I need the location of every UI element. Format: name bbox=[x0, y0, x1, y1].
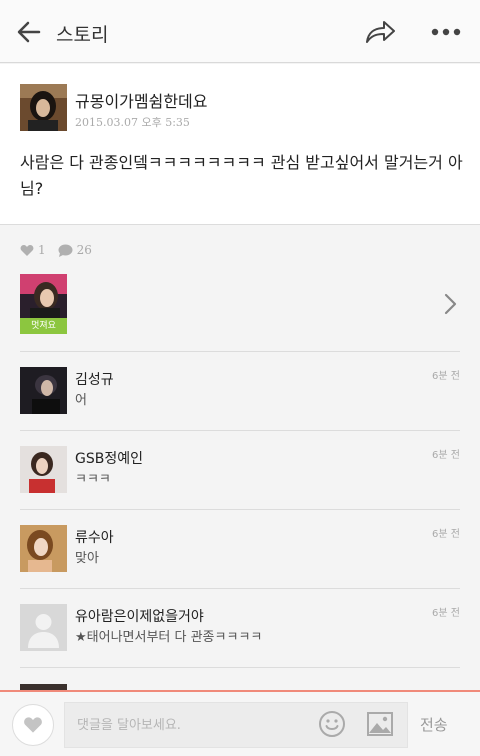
author-avatar[interactable] bbox=[20, 84, 67, 131]
comment-input[interactable] bbox=[64, 702, 408, 748]
comment-text: ㅋㅋㅋ bbox=[75, 472, 111, 487]
heart-icon bbox=[20, 244, 34, 256]
comment-item: 유아람은이제없을거야 ★태어나면서부터 다 관종ㅋㅋㅋㅋ 6분 전 bbox=[20, 604, 460, 684]
emoji-icon[interactable] bbox=[318, 710, 346, 738]
default-avatar-icon[interactable] bbox=[20, 604, 67, 651]
comment-text: 어 bbox=[75, 393, 87, 408]
back-arrow-icon bbox=[17, 21, 41, 43]
speech-bubble-icon bbox=[58, 244, 73, 257]
share-button[interactable] bbox=[362, 16, 398, 48]
commenter-name[interactable]: 류수아 bbox=[75, 527, 114, 547]
comment-count[interactable]: 26 bbox=[58, 243, 92, 257]
divider bbox=[20, 588, 460, 589]
like-count[interactable]: 1 bbox=[20, 243, 46, 257]
divider bbox=[20, 667, 460, 668]
send-button[interactable]: 전송 bbox=[420, 714, 448, 735]
commenter-avatar[interactable] bbox=[20, 525, 67, 572]
liker-reaction-badge: 멋져요 bbox=[20, 318, 67, 334]
post-author-name[interactable]: 규몽이가멤쉼한데요 bbox=[75, 88, 207, 112]
image-icon[interactable] bbox=[366, 710, 394, 738]
more-options-button[interactable] bbox=[428, 20, 464, 44]
comment-composer: 전송 bbox=[0, 690, 480, 756]
heart-icon bbox=[24, 717, 42, 733]
comment-timestamp: 6분 전 bbox=[432, 608, 460, 619]
comment-timestamp: 6분 전 bbox=[432, 371, 460, 382]
post-stats: 1 26 bbox=[20, 240, 98, 260]
more-dots-icon bbox=[431, 28, 461, 36]
like-button[interactable] bbox=[12, 704, 54, 746]
chevron-right-icon[interactable] bbox=[440, 292, 460, 316]
comment-text: ★태어나면서부터 다 관종ㅋㅋㅋㅋ bbox=[75, 630, 263, 645]
top-bar: 스토리 bbox=[0, 0, 480, 63]
comment-timestamp: 6분 전 bbox=[432, 529, 460, 540]
commenter-avatar[interactable] bbox=[20, 367, 67, 414]
comment-count-value: 26 bbox=[76, 243, 92, 257]
post-timestamp: 2015.03.07 오후 5:35 bbox=[75, 116, 190, 129]
commenter-name[interactable]: 김성규 bbox=[75, 369, 114, 389]
commenter-name[interactable]: 유아람은이제없을거야 bbox=[75, 606, 204, 626]
comment-item: GSB정예인 ㅋㅋㅋ 6분 전 bbox=[20, 446, 460, 526]
comment-item: 김성규 어 6분 전 bbox=[20, 367, 460, 447]
post-body-text: 사람은 다 관종인뎈ㅋㅋㅋㅋㅋㅋㅋㅋ 관심 받고싶어서 말거는거 아님? bbox=[20, 153, 463, 198]
like-count-value: 1 bbox=[38, 243, 46, 257]
likers-row[interactable]: 멋져요 bbox=[20, 274, 460, 336]
divider bbox=[20, 430, 460, 431]
share-icon bbox=[366, 21, 395, 43]
divider bbox=[20, 351, 460, 352]
divider bbox=[20, 509, 460, 510]
page-title: 스토리 bbox=[56, 24, 109, 46]
comment-timestamp: 6분 전 bbox=[432, 450, 460, 461]
comment-item: 류수아 맞아 6분 전 bbox=[20, 525, 460, 605]
back-button[interactable] bbox=[14, 17, 44, 47]
commenter-avatar[interactable] bbox=[20, 446, 67, 493]
story-post: 규몽이가멤쉼한데요 2015.03.07 오후 5:35 사람은 다 관종인뎈ㅋ… bbox=[0, 64, 480, 225]
comment-text: 맞아 bbox=[75, 551, 99, 566]
commenter-name[interactable]: GSB정예인 bbox=[75, 448, 143, 468]
